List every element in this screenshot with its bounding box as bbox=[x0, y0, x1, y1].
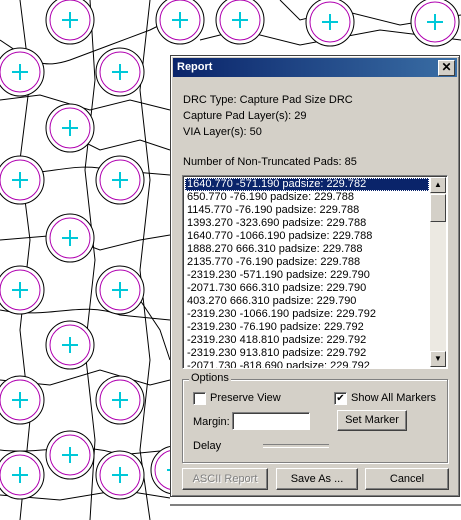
pad-list-item[interactable]: 1145.770 -76.190 padsize: 229.788 bbox=[185, 204, 429, 217]
capture-pad-layers-text: Capture Pad Layer(s): 29 bbox=[183, 110, 307, 122]
pad-list-item[interactable]: 2135.770 -76.190 padsize: 229.788 bbox=[185, 256, 429, 269]
pad-list-item[interactable]: -2071.730 -818.690 padsize: 229.792 bbox=[185, 360, 429, 368]
margin-label: Margin: bbox=[193, 416, 230, 428]
pad-count-text: Number of Non-Truncated Pads: 85 bbox=[183, 156, 357, 168]
pad-list-item[interactable]: 650.770 -76.190 padsize: 229.788 bbox=[185, 191, 429, 204]
close-button[interactable]: ✕ bbox=[438, 60, 455, 76]
pad-list-item[interactable]: 403.270 666.310 padsize: 229.790 bbox=[185, 295, 429, 308]
save-as-button[interactable]: Save As ... bbox=[276, 468, 358, 490]
pad-list-item[interactable]: 1393.270 -323.690 padsize: 229.788 bbox=[185, 217, 429, 230]
pad-list-rows: 1640.770 -571.190 padsize: 229.782 650.77… bbox=[185, 178, 429, 368]
scroll-down-button[interactable]: ▼ bbox=[430, 351, 446, 367]
drc-type-text: DRC Type: Capture Pad Size DRC bbox=[183, 94, 353, 106]
pad-list-scrollbar[interactable]: ▲ ▼ bbox=[430, 177, 446, 367]
cancel-button[interactable]: Cancel bbox=[365, 468, 449, 490]
pad-list-item[interactable]: -2071.730 666.310 padsize: 229.790 bbox=[185, 282, 429, 295]
pad-list-item[interactable]: -2319.230 -571.190 padsize: 229.790 bbox=[185, 269, 429, 282]
pad-list-item[interactable]: -2319.230 -76.190 padsize: 229.792 bbox=[185, 321, 429, 334]
preserve-view-checkbox[interactable] bbox=[193, 392, 206, 405]
preserve-view-label[interactable]: Preserve View bbox=[210, 392, 281, 404]
show-all-markers-checkbox[interactable]: ✔ bbox=[334, 392, 347, 405]
scroll-thumb[interactable] bbox=[430, 194, 446, 222]
pad-list-item[interactable]: -2319.230 913.810 padsize: 229.792 bbox=[185, 347, 429, 360]
scroll-up-button[interactable]: ▲ bbox=[430, 177, 446, 193]
delay-label: Delay bbox=[193, 440, 222, 452]
margin-input[interactable] bbox=[232, 412, 310, 430]
show-all-markers-label[interactable]: Show All Markers bbox=[351, 392, 436, 404]
report-dialog: Report ✕ DRC Type: Capture Pad Size DRC … bbox=[170, 55, 460, 497]
arrow-up-icon: ▲ bbox=[434, 180, 442, 189]
delay-slider[interactable] bbox=[263, 444, 329, 448]
pad-list-item[interactable]: 1640.770 -1066.190 padsize: 229.788 bbox=[185, 230, 429, 243]
dialog-title: Report bbox=[177, 61, 213, 73]
pad-list-item[interactable]: -2319.230 -1066.190 padsize: 229.792 bbox=[185, 308, 429, 321]
pad-list-item[interactable]: 1888.270 666.310 padsize: 229.788 bbox=[185, 243, 429, 256]
pad-list-item[interactable]: -2319.230 418.810 padsize: 229.792 bbox=[185, 334, 429, 347]
title-bar[interactable]: Report ✕ bbox=[173, 58, 457, 77]
via-layers-text: VIA Layer(s): 50 bbox=[183, 126, 262, 138]
close-icon: ✕ bbox=[441, 60, 452, 74]
ascii-report-button[interactable]: ASCII Report bbox=[182, 468, 268, 490]
options-group: Options Preserve View ✔ Show All Markers… bbox=[182, 372, 448, 463]
arrow-down-icon: ▼ bbox=[434, 354, 442, 363]
pad-list[interactable]: 1640.770 -571.190 padsize: 229.782 650.77… bbox=[182, 175, 448, 369]
set-marker-button[interactable]: Set Marker bbox=[337, 410, 407, 431]
pad-list-item[interactable]: 1640.770 -571.190 padsize: 229.782 bbox=[185, 178, 429, 191]
options-group-label: Options bbox=[189, 372, 231, 384]
